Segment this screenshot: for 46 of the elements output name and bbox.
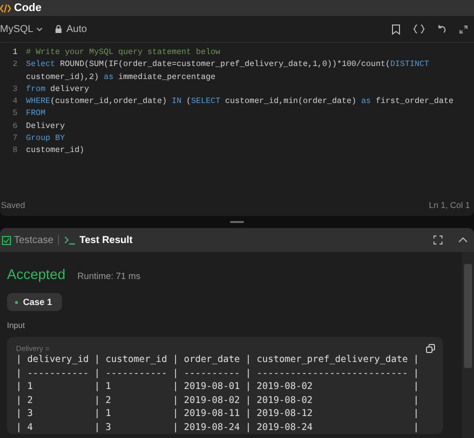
runtime-label: Runtime: 71 ms [77, 271, 140, 281]
line-number: 5 [12, 108, 18, 120]
undo-icon[interactable] [437, 24, 447, 34]
panel-tab[interactable]: Test Result [64, 234, 133, 246]
line-number: 7 [12, 133, 18, 146]
code-line: FROM [26, 108, 46, 120]
line-number: 2 [12, 59, 18, 72]
fullscreen-icon[interactable] [433, 235, 443, 245]
line-number: 6 [12, 120, 18, 133]
code-line: from delivery [26, 84, 90, 96]
line-number: 1 [12, 47, 18, 59]
panel-tab[interactable]: Testcase [2, 234, 54, 246]
code-line: WHERE(customer_id,order_date) IN (SELECT customer_id,min(order_date) as first_order_date [26, 96, 454, 108]
line-number: 3 [12, 84, 18, 96]
panel-title: Code [14, 2, 42, 14]
line-number: 8 [12, 145, 18, 158]
table-line: | delivery_id | customer_id | order_date | customer_pref_delivery_date | [16, 353, 420, 366]
result-status: Accepted [7, 266, 66, 282]
table-line: | 2 | 2 | 2019-08-02 | 2019-08-02 | [16, 394, 420, 407]
cursor-position: Ln 1, Col 1 [428, 200, 470, 210]
lock-icon [55, 25, 62, 33]
terminal-icon [64, 236, 76, 244]
copy-icon[interactable] [426, 344, 435, 353]
saved-status: Saved [1, 200, 26, 210]
case-tab[interactable]: Case 1 [7, 293, 62, 311]
table-line: | ----------- | ----------- | ---------- | --------------------------- | [16, 366, 420, 380]
bookmark-icon[interactable] [391, 24, 401, 34]
auto-mode-label[interactable]: Auto [55, 24, 87, 34]
table-line: | 4 | 3 | 2019-08-24 | 2019-08-24 | [16, 420, 420, 434]
braces-icon[interactable] [413, 24, 425, 34]
chevron-down-icon [36, 26, 44, 32]
code-line: Group BY [26, 133, 65, 146]
checkbox-icon [2, 236, 11, 244]
code-line: customer_id) [26, 145, 84, 158]
code-line: # Write your MySQL query statement below [26, 47, 220, 59]
input-label: Input [7, 321, 26, 330]
scrollbar[interactable] [462, 252, 474, 438]
code-line: Delivery [26, 120, 65, 133]
table-line: | 1 | 1 | 2019-08-01 | 2019-08-02 | [16, 380, 420, 394]
code-icon [0, 4, 11, 12]
expand-icon[interactable] [459, 24, 468, 34]
language-dropdown[interactable]: MySQL [0, 24, 44, 34]
table-line: | 3 | 1 | 2019-08-11 | 2019-08-12 | [16, 407, 420, 420]
resize-handle[interactable] [230, 221, 244, 223]
collapse-icon[interactable] [458, 237, 468, 243]
line-number: 4 [12, 96, 18, 108]
